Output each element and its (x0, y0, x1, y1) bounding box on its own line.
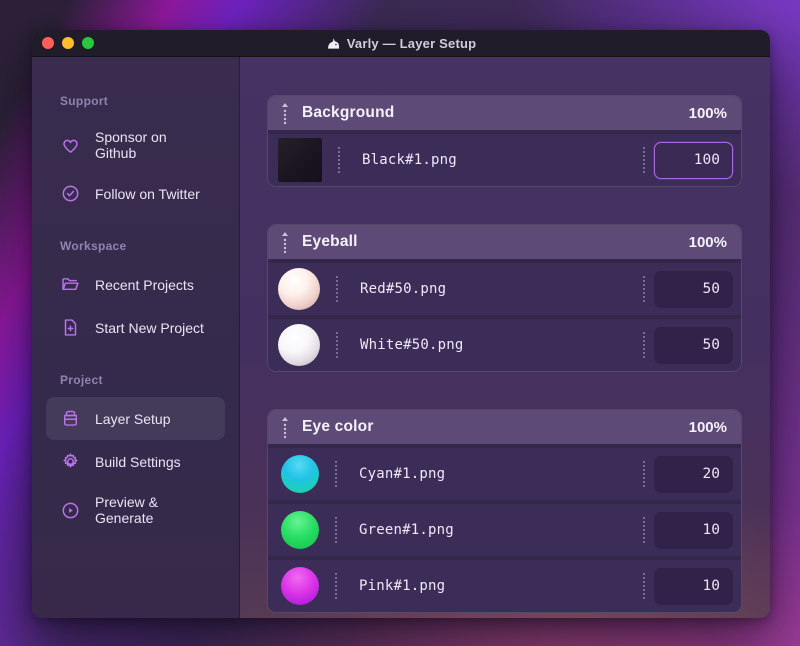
group-title: Eye color (302, 418, 374, 435)
group-weight: 100% (688, 418, 727, 436)
heart-icon (63, 139, 78, 153)
group-title: Background (302, 104, 395, 121)
dotted-divider (643, 461, 645, 487)
sidebar-item-start-new-project[interactable]: Start New Project (46, 306, 225, 349)
zoom-button[interactable] (82, 37, 94, 49)
archive-box-icon (63, 410, 78, 426)
group-title: Eyeball (302, 233, 358, 250)
layer-thumbnail-white (278, 324, 320, 366)
sidebar-section-label-support: Support (60, 94, 109, 108)
verified-badge-icon (62, 185, 79, 202)
app-window: Varly — Layer Setup Support Sponsor on G… (32, 30, 770, 618)
layer-thumbnail-black (278, 138, 322, 182)
sidebar-item-label: Start New Project (95, 319, 204, 336)
sidebar-item-layer-setup[interactable]: Layer Setup (46, 397, 225, 440)
dotted-divider (335, 573, 337, 599)
dotted-divider (335, 517, 337, 543)
dotted-divider (643, 276, 645, 302)
group-weight: 100% (688, 104, 727, 122)
sidebar-section-label-workspace: Workspace (60, 239, 127, 253)
dotted-divider (338, 147, 340, 173)
layer-weight-input[interactable] (654, 567, 733, 605)
sidebar: Support Sponsor on Github Follow on Twit… (32, 57, 240, 618)
dotted-divider (336, 332, 338, 358)
minimize-button[interactable] (62, 37, 74, 49)
unicorn-app-icon (326, 36, 341, 51)
layer-row: Red#50.png (268, 263, 741, 315)
layer-thumbnail-green (281, 511, 319, 549)
layer-row: Pink#1.png (268, 560, 741, 612)
drag-handle-icon[interactable] (280, 102, 290, 125)
sidebar-item-build-settings[interactable]: Build Settings (46, 440, 225, 483)
layer-weight-input[interactable] (654, 270, 733, 308)
drag-handle-icon[interactable] (280, 231, 290, 254)
group-header: Background 100% (268, 96, 741, 130)
play-circle-icon (62, 502, 79, 518)
group-header: Eyeball 100% (268, 225, 741, 259)
sidebar-item-label: Sponsor on Github (95, 129, 167, 161)
sidebar-item-label: Build Settings (95, 453, 181, 470)
close-button[interactable] (42, 37, 54, 49)
traffic-lights (42, 30, 94, 56)
sidebar-item-label: Layer Setup (95, 410, 171, 427)
layer-weight-input[interactable] (654, 511, 733, 549)
layer-thumbnail-pink (281, 567, 319, 605)
layer-filename: White#50.png (360, 337, 464, 353)
dotted-divider (643, 517, 645, 543)
sidebar-item-preview-generate[interactable]: Preview & Generate (46, 483, 225, 537)
sidebar-item-follow-twitter[interactable]: Follow on Twitter (46, 172, 225, 215)
layer-row: White#50.png (268, 319, 741, 371)
sidebar-item-label: Follow on Twitter (95, 185, 200, 202)
titlebar: Varly — Layer Setup (32, 30, 770, 57)
layer-row: Black#1.png (268, 134, 741, 186)
layer-weight-input[interactable] (654, 326, 733, 364)
layer-filename: Cyan#1.png (359, 466, 446, 482)
group-weight: 100% (688, 233, 727, 251)
layer-weight-input[interactable] (654, 455, 733, 493)
layer-group-eye-color: Eye color 100% Cyan#1.png Green#1.png (267, 409, 742, 613)
layer-row: Cyan#1.png (268, 448, 741, 500)
layer-group-eyeball: Eyeball 100% Red#50.png White#50.png (267, 224, 742, 372)
sidebar-item-label: Preview & Generate (95, 494, 159, 526)
layer-setup-panel: Background 100% Black#1.png 100 Eyeball … (240, 57, 770, 618)
file-plus-icon (64, 319, 77, 336)
layer-thumbnail-cyan (281, 455, 319, 493)
layer-weight-input[interactable] (654, 141, 733, 179)
dotted-divider (643, 573, 645, 599)
layer-thumbnail-red (278, 268, 320, 310)
sidebar-section-label-project: Project (60, 373, 103, 387)
gear-icon (63, 453, 78, 468)
layer-filename: Green#1.png (359, 522, 454, 538)
dotted-divider (335, 461, 337, 487)
group-header: Eye color 100% (268, 410, 741, 444)
sidebar-item-sponsor-github[interactable]: Sponsor on Github (46, 118, 225, 172)
layer-filename: Pink#1.png (359, 578, 446, 594)
sidebar-item-recent-projects[interactable]: Recent Projects (46, 263, 225, 306)
folder-open-icon (62, 278, 79, 291)
layer-filename: Black#1.png (362, 152, 457, 168)
layer-group-background: Background 100% Black#1.png (267, 95, 742, 187)
layer-filename: Red#50.png (360, 281, 447, 297)
drag-handle-icon[interactable] (280, 416, 290, 439)
sidebar-item-label: Recent Projects (95, 276, 194, 293)
dotted-divider (643, 332, 645, 358)
dotted-divider (336, 276, 338, 302)
window-title: Varly — Layer Setup (346, 35, 477, 51)
layer-row: Green#1.png (268, 504, 741, 556)
dotted-divider (643, 147, 645, 173)
